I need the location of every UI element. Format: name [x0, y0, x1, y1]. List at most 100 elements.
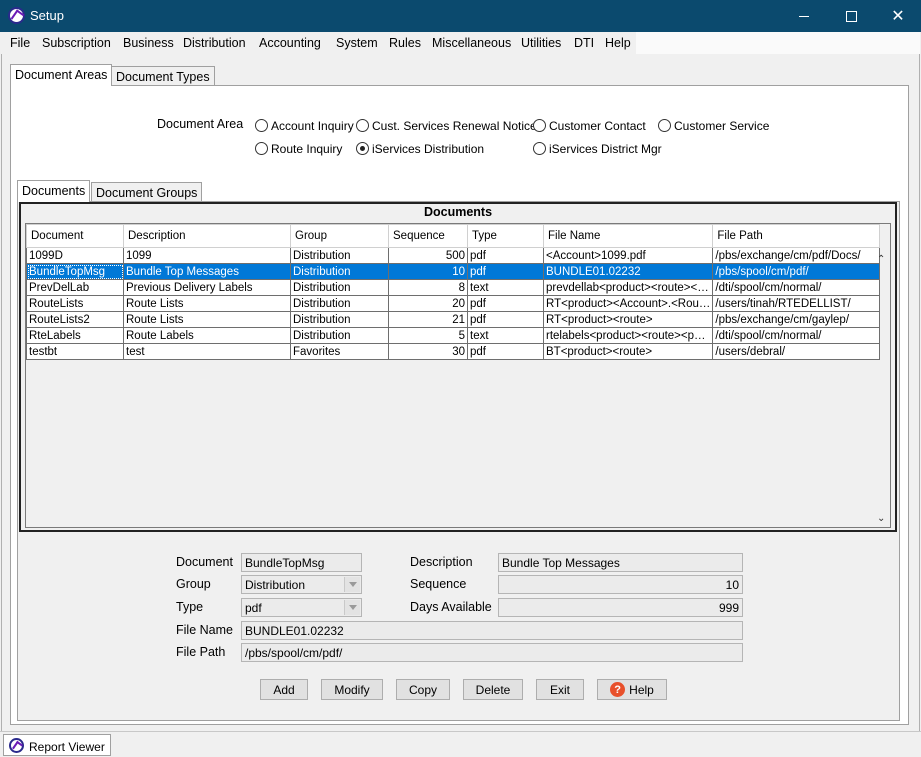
help-button[interactable]: ? Help: [597, 679, 667, 700]
menu-help[interactable]: Help: [605, 36, 631, 50]
col-header-sequence[interactable]: Sequence: [388, 224, 468, 248]
cell-sequence: 8: [388, 279, 468, 296]
modify-button[interactable]: Modify: [321, 679, 383, 700]
scroll-down-icon[interactable]: ⌄: [877, 513, 885, 524]
cell-type: text: [467, 327, 544, 344]
grid-body[interactable]: Document Description Group Sequence Type…: [25, 223, 891, 528]
menu-bar: File Subscription Business Distribution …: [1, 32, 636, 54]
cell-description: Route Lists: [123, 295, 291, 312]
delete-button[interactable]: Delete: [463, 679, 523, 700]
cell-sequence: 21: [388, 311, 468, 328]
chevron-down-icon[interactable]: [344, 600, 360, 615]
tab-document-types[interactable]: Document Types: [111, 66, 215, 86]
report-viewer-label: Report Viewer: [29, 740, 105, 754]
table-row[interactable]: PrevDelLab Previous Delivery Labels Dist…: [26, 279, 881, 296]
radio-label-customer-contact[interactable]: Customer Contact: [549, 119, 646, 133]
tab-document-areas[interactable]: Document Areas: [10, 64, 113, 86]
col-header-group[interactable]: Group: [290, 224, 389, 248]
menu-miscellaneous[interactable]: Miscellaneous: [432, 36, 511, 50]
col-header-file-name[interactable]: File Name: [542, 224, 714, 248]
radio-label-renewal-notices[interactable]: Cust. Services Renewal Notices: [372, 119, 543, 133]
menu-rules[interactable]: Rules: [389, 36, 421, 50]
cell-group: Distribution: [290, 279, 389, 296]
radio-account-inquiry[interactable]: [255, 119, 268, 132]
radio-label-iservices-district-mgr[interactable]: iServices District Mgr: [549, 142, 662, 156]
table-row[interactable]: testbt test Favorites 30 pdf BT<product>…: [26, 343, 881, 360]
cell-type: pdf: [467, 343, 544, 360]
type-combo-value: pdf: [245, 601, 262, 615]
cell-document: BundleTopMsg: [26, 263, 124, 280]
cell-file-name: BT<product><route>: [542, 343, 714, 360]
radio-label-customer-service[interactable]: Customer Service: [674, 119, 769, 133]
file-path-field[interactable]: /pbs/spool/cm/pdf/: [241, 643, 743, 662]
cell-file-path: /pbs/exchange/cm/pdf/Docs/: [712, 247, 881, 264]
radio-renewal-notices[interactable]: [356, 119, 369, 132]
cell-description: Bundle Top Messages: [123, 263, 291, 280]
days-available-label: Days Available: [410, 600, 492, 614]
type-combo[interactable]: pdf: [241, 598, 362, 617]
table-row[interactable]: RouteLists2 Route Lists Distribution 21 …: [26, 311, 881, 328]
radio-label-route-inquiry[interactable]: Route Inquiry: [271, 142, 342, 156]
cell-sequence: 30: [388, 343, 468, 360]
sequence-field[interactable]: 10: [498, 575, 743, 594]
grid-caption: Documents: [423, 205, 493, 219]
close-button[interactable]: ✕: [875, 0, 921, 32]
cell-description: Route Labels: [123, 327, 291, 344]
radio-iservices-district-mgr[interactable]: [533, 142, 546, 155]
table-row[interactable]: RouteLists Route Lists Distribution 20 p…: [26, 295, 881, 312]
cell-file-path: /dti/spool/cm/normal/: [712, 327, 881, 344]
radio-route-inquiry[interactable]: [255, 142, 268, 155]
cell-file-name: BUNDLE01.02232: [542, 263, 714, 280]
exit-button[interactable]: Exit: [536, 679, 584, 700]
col-header-description[interactable]: Description: [123, 224, 291, 248]
add-button[interactable]: Add: [260, 679, 308, 700]
minimize-button[interactable]: [781, 0, 827, 32]
cell-document: RteLabels: [26, 327, 124, 344]
chevron-down-icon[interactable]: [344, 577, 360, 592]
cell-file-name: RT<product><route>: [542, 311, 714, 328]
radio-iservices-distribution[interactable]: [356, 142, 369, 155]
maximize-button[interactable]: [828, 0, 874, 32]
radio-label-account-inquiry[interactable]: Account Inquiry: [271, 119, 354, 133]
menu-bar-filler: [636, 32, 920, 54]
table-row[interactable]: 1099D 1099 Distribution 500 pdf <Account…: [26, 247, 881, 264]
menu-distribution[interactable]: Distribution: [183, 36, 246, 50]
cell-group: Distribution: [290, 295, 389, 312]
menu-dti[interactable]: DTI: [574, 36, 594, 50]
menu-system[interactable]: System: [336, 36, 378, 50]
menu-utilities[interactable]: Utilities: [521, 36, 561, 50]
document-label: Document: [176, 555, 233, 569]
radio-customer-contact[interactable]: [533, 119, 546, 132]
tab-documents[interactable]: Documents: [17, 180, 91, 202]
radio-customer-service[interactable]: [658, 119, 671, 132]
cell-document: RouteLists2: [26, 311, 124, 328]
menu-accounting[interactable]: Accounting: [259, 36, 321, 50]
app-logo-icon: [9, 738, 24, 753]
scroll-up-icon[interactable]: ⌃: [877, 254, 885, 265]
col-header-file-path[interactable]: File Path: [712, 224, 881, 248]
cell-file-name: <Account>1099.pdf: [542, 247, 714, 264]
copy-button[interactable]: Copy: [396, 679, 450, 700]
radio-label-iservices-distribution[interactable]: iServices Distribution: [372, 142, 484, 156]
file-name-field[interactable]: BUNDLE01.02232: [241, 621, 743, 640]
col-header-document[interactable]: Document: [26, 224, 124, 248]
menu-business[interactable]: Business: [123, 36, 174, 50]
cell-file-name: prevdellab<product><route><…: [542, 279, 714, 296]
table-row-selected[interactable]: BundleTopMsg Bundle Top Messages Distrib…: [26, 263, 881, 280]
group-combo-value: Distribution: [245, 578, 306, 592]
table-row[interactable]: RteLabels Route Labels Distribution 5 te…: [26, 327, 881, 344]
cell-type: pdf: [467, 247, 544, 264]
file-name-label: File Name: [176, 623, 233, 637]
document-field[interactable]: BundleTopMsg: [241, 553, 362, 572]
days-available-field[interactable]: 999: [498, 598, 743, 617]
cell-document: testbt: [26, 343, 124, 360]
description-field[interactable]: Bundle Top Messages: [498, 553, 743, 572]
menu-subscription[interactable]: Subscription: [42, 36, 111, 50]
tab-document-groups[interactable]: Document Groups: [91, 182, 203, 202]
report-viewer-task[interactable]: Report Viewer: [3, 734, 111, 756]
cell-file-name: RT<product><Account>.<Rou…: [542, 295, 714, 312]
col-header-type[interactable]: Type: [467, 224, 544, 248]
group-combo[interactable]: Distribution: [241, 575, 362, 594]
sequence-label: Sequence: [410, 577, 467, 591]
menu-file[interactable]: File: [10, 36, 30, 50]
